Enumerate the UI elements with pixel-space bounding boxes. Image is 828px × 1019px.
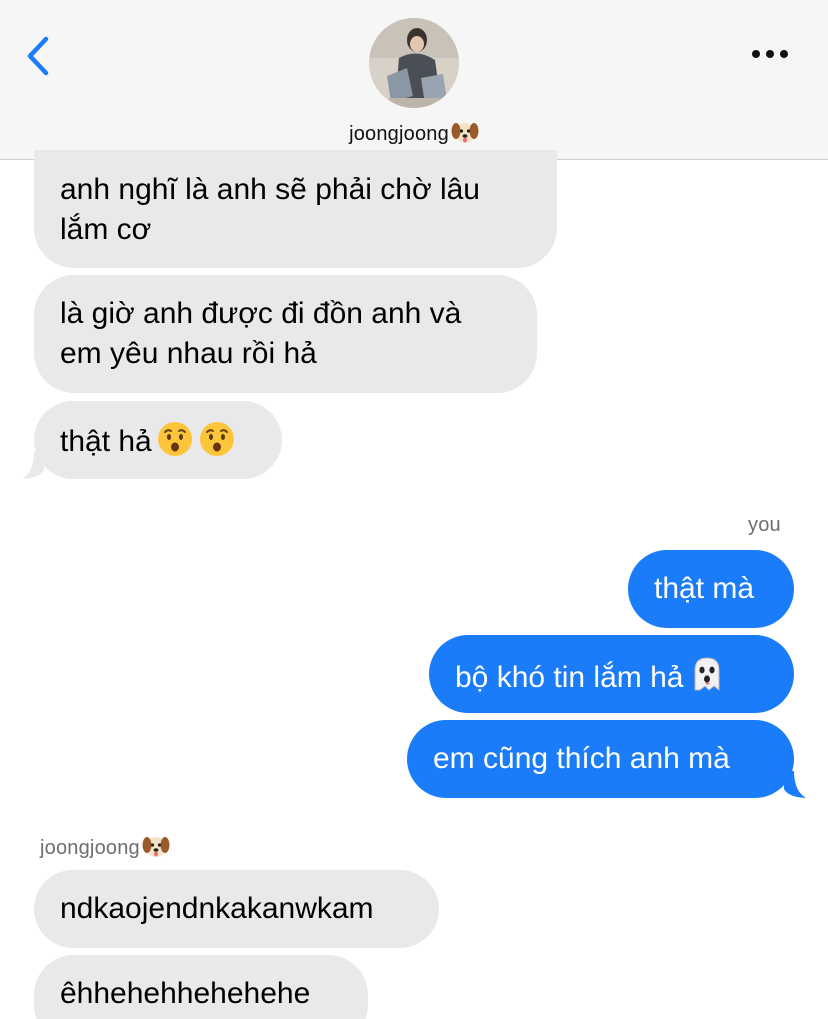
outgoing-bubble-tail bbox=[784, 771, 806, 798]
back-button[interactable] bbox=[22, 34, 58, 78]
message-text: em cũng thích anh mà bbox=[433, 742, 730, 775]
outgoing-message[interactable]: bộ khó tin lắm hả bbox=[429, 635, 794, 713]
chevron-left-icon bbox=[27, 36, 49, 76]
message-text-line: em yêu nhau rồi hả bbox=[60, 337, 317, 370]
hushed-face-icon bbox=[156, 420, 194, 469]
message-text-line: anh nghĩ là anh sẽ phải chờ lâu bbox=[60, 173, 480, 206]
avatar[interactable] bbox=[369, 18, 459, 108]
sender-label-contact: joongjoong bbox=[40, 833, 170, 865]
outgoing-message[interactable]: em cũng thích anh mà bbox=[407, 720, 794, 798]
message-text: thật hả bbox=[60, 425, 152, 458]
incoming-message[interactable]: ndkaojendnkakanwkam bbox=[34, 870, 439, 948]
ellipsis-icon bbox=[752, 50, 788, 58]
message-text: ndkaojendnkakanwkam bbox=[60, 892, 374, 925]
incoming-message[interactable]: anh nghĩ là anh sẽ phải chờ lâu lắm cơ bbox=[34, 150, 557, 268]
more-options-button[interactable] bbox=[748, 42, 792, 66]
incoming-message[interactable]: êhhehehhehehehe bbox=[34, 955, 368, 1019]
contact-name[interactable]: joongjoong bbox=[0, 119, 828, 151]
message-text: thật mà bbox=[654, 572, 755, 605]
conversation-header: joongjoong bbox=[0, 0, 828, 160]
sender-name-text: joongjoong bbox=[40, 837, 140, 859]
message-text-line: lắm cơ bbox=[60, 213, 152, 246]
hushed-face-icon bbox=[198, 420, 236, 469]
contact-name-text: joongjoong bbox=[349, 123, 449, 145]
dog-face-icon bbox=[142, 833, 170, 865]
ghost-icon bbox=[687, 654, 727, 705]
dog-face-icon bbox=[451, 119, 479, 151]
message-text: êhhehehhehehehe bbox=[60, 977, 311, 1010]
message-text: bộ khó tin lắm hả bbox=[455, 661, 684, 694]
incoming-bubble-tail bbox=[22, 452, 44, 479]
incoming-message[interactable]: là giờ anh được đi đồn anh và em yêu nha… bbox=[34, 275, 537, 393]
sender-label-you: you bbox=[748, 514, 781, 536]
outgoing-message[interactable]: thật mà bbox=[628, 550, 794, 628]
incoming-message[interactable]: thật hả bbox=[34, 401, 282, 479]
avatar-photo bbox=[369, 18, 459, 108]
message-text-line: là giờ anh được đi đồn anh và bbox=[60, 297, 462, 330]
